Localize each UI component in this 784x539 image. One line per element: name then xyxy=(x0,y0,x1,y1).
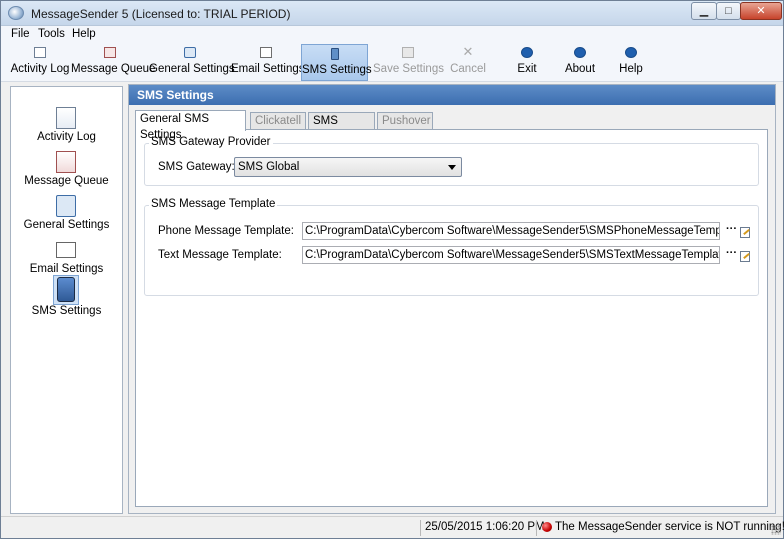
app-logo-icon xyxy=(8,6,24,20)
cancel-icon: ✕ xyxy=(462,44,474,59)
phone-template-edit-icon[interactable] xyxy=(740,227,750,238)
minimize-button[interactable]: ▁ xyxy=(691,2,717,20)
toolbar-cancel-button[interactable]: ✕ Cancel xyxy=(447,44,489,81)
tab-pushover[interactable]: Pushover xyxy=(377,112,433,130)
menu-tools[interactable]: Tools xyxy=(38,28,65,40)
toolbar-activity-log-button[interactable]: Activity Log xyxy=(9,44,71,81)
toolbar: Activity Log Message Queue General Setti… xyxy=(1,44,783,82)
status-indicator-icon xyxy=(542,522,552,532)
help-icon xyxy=(625,47,637,58)
status-bar: 25/05/2015 1:06:20 PM The MessageSender … xyxy=(1,516,784,538)
mail-icon xyxy=(56,242,76,258)
save-icon xyxy=(402,47,414,58)
phone-template-input[interactable]: C:\ProgramData\Cybercom Software\Message… xyxy=(302,222,720,240)
status-message: The MessageSender service is NOT running… xyxy=(555,521,784,533)
status-divider xyxy=(420,520,421,536)
nav-item-label: Email Settings xyxy=(29,263,104,275)
nav-item-sms-settings[interactable]: SMS Settings xyxy=(11,277,122,319)
resize-grip[interactable] xyxy=(771,525,781,535)
toolbar-email-settings-label: Email Settings xyxy=(231,63,305,75)
document-icon xyxy=(56,107,76,129)
nav-item-activity-log[interactable]: Activity Log xyxy=(11,107,122,149)
toolbar-message-queue-label: Message Queue xyxy=(71,63,156,75)
toolbar-save-settings-button[interactable]: Save Settings xyxy=(373,44,444,81)
template-group: SMS Message Template Phone Message Templ… xyxy=(144,198,759,296)
queue-icon xyxy=(56,151,76,173)
nav-item-general-settings[interactable]: General Settings xyxy=(11,195,122,237)
template-group-title: SMS Message Template xyxy=(149,198,278,210)
toolbar-cancel-label: Cancel xyxy=(450,63,486,75)
toolbar-sms-settings-button[interactable]: SMS Settings xyxy=(301,44,372,81)
gear-icon xyxy=(184,47,196,58)
toolbar-exit-label: Exit xyxy=(517,63,537,75)
tab-sms-global[interactable]: SMS Global xyxy=(308,112,375,143)
nav-item-label: Message Queue xyxy=(24,175,109,187)
toolbar-general-settings-button[interactable]: General Settings xyxy=(149,44,235,81)
status-datetime: 25/05/2015 1:06:20 PM xyxy=(425,521,545,533)
gateway-group: SMS Gateway Provider SMS Gateway: SMS Gl… xyxy=(144,136,759,186)
tab-body: SMS Gateway Provider SMS Gateway: SMS Gl… xyxy=(135,129,768,507)
toolbar-save-settings-label: Save Settings xyxy=(373,63,444,75)
document-icon xyxy=(34,47,46,58)
tab-strip: General SMS Settings Clickatell SMS Glob… xyxy=(135,110,765,143)
tab-general-sms-settings[interactable]: General SMS Settings xyxy=(135,110,246,141)
status-divider xyxy=(536,520,537,536)
phone-template-browse-button[interactable]: ··· xyxy=(726,223,737,235)
phone-icon xyxy=(330,48,339,60)
toolbar-general-settings-label: General Settings xyxy=(149,63,235,75)
exit-icon xyxy=(521,47,533,58)
toolbar-email-settings-button[interactable]: Email Settings xyxy=(231,44,305,81)
text-template-edit-icon[interactable] xyxy=(740,251,750,262)
maximize-button[interactable]: □ xyxy=(716,2,741,20)
phone-template-label: Phone Message Template: xyxy=(158,225,294,237)
gateway-label: SMS Gateway: xyxy=(158,161,235,173)
menu-file[interactable]: File xyxy=(11,28,30,40)
tab-clickatell[interactable]: Clickatell xyxy=(250,112,306,130)
toolbar-sms-settings-label: SMS Settings xyxy=(302,64,372,76)
gateway-select-value: SMS Global xyxy=(238,161,300,173)
content-header: SMS Settings xyxy=(129,85,775,105)
nav-item-label: SMS Settings xyxy=(31,305,102,317)
text-template-label: Text Message Template: xyxy=(158,249,282,261)
toolbar-help-label: Help xyxy=(619,63,643,75)
toolbar-exit-button[interactable]: Exit xyxy=(511,44,543,81)
nav-item-label: Activity Log xyxy=(37,131,96,143)
gear-icon xyxy=(56,195,76,217)
window-title: MessageSender 5 (Licensed to: TRIAL PERI… xyxy=(31,7,291,21)
toolbar-about-label: About xyxy=(564,63,596,75)
text-template-browse-button[interactable]: ··· xyxy=(726,247,737,259)
phone-icon xyxy=(57,277,75,302)
toolbar-about-button[interactable]: About xyxy=(561,44,599,81)
text-template-input[interactable]: C:\ProgramData\Cybercom Software\Message… xyxy=(302,246,720,264)
nav-item-label: General Settings xyxy=(23,219,110,231)
queue-icon xyxy=(104,47,116,58)
gateway-select[interactable]: SMS Global xyxy=(234,157,462,177)
nav-item-message-queue[interactable]: Message Queue xyxy=(11,151,122,193)
menu-help[interactable]: Help xyxy=(72,28,96,40)
mail-icon xyxy=(260,47,272,58)
menu-bar: File Tools Help xyxy=(1,26,783,44)
navigation-panel: Activity Log Message Queue General Setti… xyxy=(10,86,123,514)
app-window: MessageSender 5 (Licensed to: TRIAL PERI… xyxy=(0,0,784,539)
title-bar: MessageSender 5 (Licensed to: TRIAL PERI… xyxy=(1,1,783,26)
chevron-down-icon xyxy=(448,165,456,170)
toolbar-message-queue-button[interactable]: Message Queue xyxy=(71,44,156,81)
toolbar-activity-log-label: Activity Log xyxy=(10,63,70,75)
info-icon xyxy=(574,47,586,58)
content-panel: SMS Settings General SMS Settings Clicka… xyxy=(128,84,776,514)
toolbar-help-button[interactable]: Help xyxy=(615,44,647,81)
close-button[interactable]: ✕ xyxy=(740,2,782,20)
